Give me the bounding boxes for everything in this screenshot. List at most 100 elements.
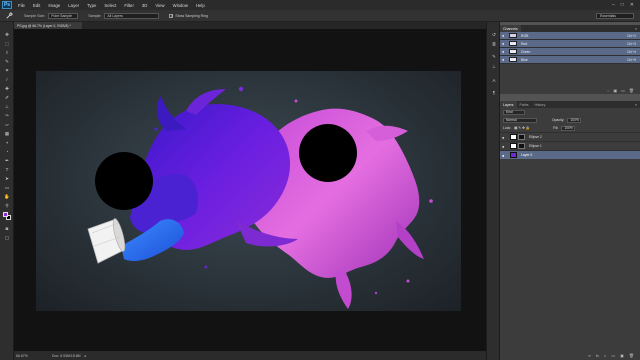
history-panel-icon[interactable]: ↺ <box>490 32 498 37</box>
sample-size-select[interactable]: Point Sample <box>48 12 79 19</box>
brush-panel-icon[interactable]: ✎ <box>490 54 498 59</box>
marquee-tool-icon[interactable]: ⬚ <box>3 41 11 46</box>
clone-source-panel-icon[interactable]: ⊥ <box>490 64 498 69</box>
layer-style-icon[interactable]: fx <box>596 353 599 358</box>
eraser-tool-icon[interactable]: ▱ <box>3 122 11 127</box>
blend-mode-select[interactable]: Normal <box>503 117 537 123</box>
new-layer-icon[interactable]: ▣ <box>620 353 624 358</box>
channels-panel-menu-icon[interactable]: ≡ <box>635 27 637 31</box>
layer-name: Ellipse 1 <box>529 144 542 148</box>
menu-3d[interactable]: 3D <box>142 3 148 8</box>
move-tool-icon[interactable]: ✥ <box>3 32 11 37</box>
quick-select-tool-icon[interactable]: ✎ <box>3 59 11 64</box>
tab-channels[interactable]: Channels <box>500 25 521 32</box>
adjustment-layer-icon[interactable]: ◐ <box>604 353 606 358</box>
save-selection-icon[interactable]: ▣ <box>613 88 617 93</box>
eye-icon[interactable]: ● <box>502 41 507 46</box>
canvas-area[interactable] <box>14 29 486 351</box>
zoom-tool-icon[interactable]: ⚲ <box>3 203 11 208</box>
sample-label: Sample: <box>88 13 102 18</box>
channel-row-blue[interactable]: ● Blue Ctrl+5 <box>500 56 640 64</box>
foreground-color-swatch[interactable] <box>3 212 8 217</box>
properties-panel-icon[interactable]: ≣ <box>490 42 498 47</box>
lock-icons[interactable]: ▦ ✎ ✥ 🔒 <box>514 126 530 130</box>
menu-layer[interactable]: Layer <box>68 3 79 8</box>
layer-row-ellipse-2[interactable]: ● Ellipse 2 <box>500 132 640 141</box>
menu-filter[interactable]: Filter <box>124 3 134 8</box>
menu-view[interactable]: View <box>155 3 164 8</box>
ellipse-2-shape <box>299 124 357 182</box>
channel-row-green[interactable]: ● Green Ctrl+4 <box>500 48 640 56</box>
layer-kind-filter[interactable]: Kind <box>503 109 525 115</box>
eye-icon[interactable]: ● <box>502 33 507 38</box>
pen-tool-icon[interactable]: ✒ <box>3 158 11 163</box>
delete-layer-icon[interactable]: 🗑 <box>629 353 634 358</box>
eye-icon[interactable]: ● <box>502 135 507 140</box>
layer-row-ellipse-1[interactable]: ● Ellipse 1 <box>500 141 640 150</box>
menu-file[interactable]: File <box>18 3 25 8</box>
main-menu: File Edit Image Layer Type Select Filter… <box>18 3 213 8</box>
blend-opacity-row: Normal Opacity: 100% <box>500 116 640 124</box>
menu-edit[interactable]: Edit <box>33 3 40 8</box>
tab-layers[interactable]: Layers <box>500 101 517 108</box>
tab-history[interactable]: History <box>531 101 548 108</box>
history-brush-tool-icon[interactable]: ✑ <box>3 113 11 118</box>
screen-mode-icon[interactable]: ▢ <box>3 235 11 240</box>
eye-icon[interactable]: ● <box>502 57 507 62</box>
hand-tool-icon[interactable]: ✋ <box>3 194 11 199</box>
opacity-field[interactable]: 100% <box>567 117 582 123</box>
channel-row-rgb[interactable]: ● RGB Ctrl+2 <box>500 32 640 40</box>
shape-tool-icon[interactable]: ▭ <box>3 185 11 190</box>
link-layers-icon[interactable]: ∞ <box>588 353 591 358</box>
workspace-switcher[interactable]: Essentials <box>596 12 634 19</box>
character-panel-icon[interactable]: A <box>490 78 498 83</box>
layers-panel-menu-icon[interactable]: ≡ <box>635 103 637 107</box>
layer-row-layer-0[interactable]: ● Layer 0 <box>500 150 640 159</box>
new-group-icon[interactable]: ▭ <box>611 353 615 358</box>
tab-paths[interactable]: Paths <box>517 101 532 108</box>
menu-image[interactable]: Image <box>48 3 60 8</box>
menu-bar: Ps File Edit Image Layer Type Select Fil… <box>0 0 640 10</box>
menu-type[interactable]: Type <box>87 3 96 8</box>
maximize-button[interactable]: □ <box>621 2 624 8</box>
eyedropper-icon[interactable] <box>4 12 14 20</box>
lasso-tool-icon[interactable]: ℓ <box>3 50 11 55</box>
quick-mask-icon[interactable]: ◙ <box>3 226 11 231</box>
status-menu-arrow-icon[interactable]: ▸ <box>85 354 87 358</box>
channel-name: Green <box>521 49 531 54</box>
document-canvas[interactable] <box>36 71 461 311</box>
menu-window[interactable]: Window <box>173 3 188 8</box>
minimize-button[interactable]: – <box>612 2 615 8</box>
fill-field[interactable]: 100% <box>561 125 576 131</box>
type-tool-icon[interactable]: T <box>3 167 11 172</box>
channel-thumbnail <box>509 49 517 54</box>
path-select-tool-icon[interactable]: ➤ <box>3 176 11 181</box>
right-panel-column: Channels ≡ ● RGB Ctrl+2 ● Red Ctrl+3 ● G… <box>500 22 640 360</box>
clone-stamp-tool-icon[interactable]: ⊥ <box>3 104 11 109</box>
dodge-tool-icon[interactable]: ◔ <box>3 149 11 154</box>
layers-panel: Layers Paths History ≡ Kind Normal Opaci… <box>500 101 640 350</box>
channel-row-red[interactable]: ● Red Ctrl+3 <box>500 40 640 48</box>
menu-help[interactable]: Help <box>196 3 205 8</box>
eye-icon[interactable]: ● <box>502 144 507 149</box>
close-button[interactable]: ✕ <box>630 2 634 8</box>
eyedropper-tool-icon[interactable]: ⁄ <box>3 77 11 82</box>
zoom-level[interactable]: 66.67% <box>14 354 34 358</box>
show-sampling-ring-checkbox[interactable]: ✓ Show Sampling Ring <box>169 13 208 18</box>
paragraph-panel-icon[interactable]: ¶ <box>490 90 498 95</box>
load-selection-icon[interactable]: ◌ <box>607 88 609 93</box>
document-tab[interactable]: PS.jpg @ 66.7% (Layer 0, RGB/8) * <box>14 22 82 29</box>
eye-icon[interactable]: ● <box>502 153 507 158</box>
menu-select[interactable]: Select <box>104 3 116 8</box>
window-controls: – □ ✕ <box>612 2 634 8</box>
lock-fill-row: Lock: ▦ ✎ ✥ 🔒 Fill: 100% <box>500 124 640 132</box>
new-channel-icon[interactable]: ▭ <box>621 88 625 93</box>
blur-tool-icon[interactable]: ◖ <box>3 140 11 145</box>
gradient-tool-icon[interactable]: ▦ <box>3 131 11 136</box>
sample-select[interactable]: All Layers <box>104 12 160 19</box>
delete-channel-icon[interactable]: 🗑 <box>629 88 634 93</box>
eye-icon[interactable]: ● <box>502 49 507 54</box>
brush-tool-icon[interactable]: ✐ <box>3 95 11 100</box>
crop-tool-icon[interactable]: ⌗ <box>3 68 11 73</box>
healing-tool-icon[interactable]: ✚ <box>3 86 11 91</box>
